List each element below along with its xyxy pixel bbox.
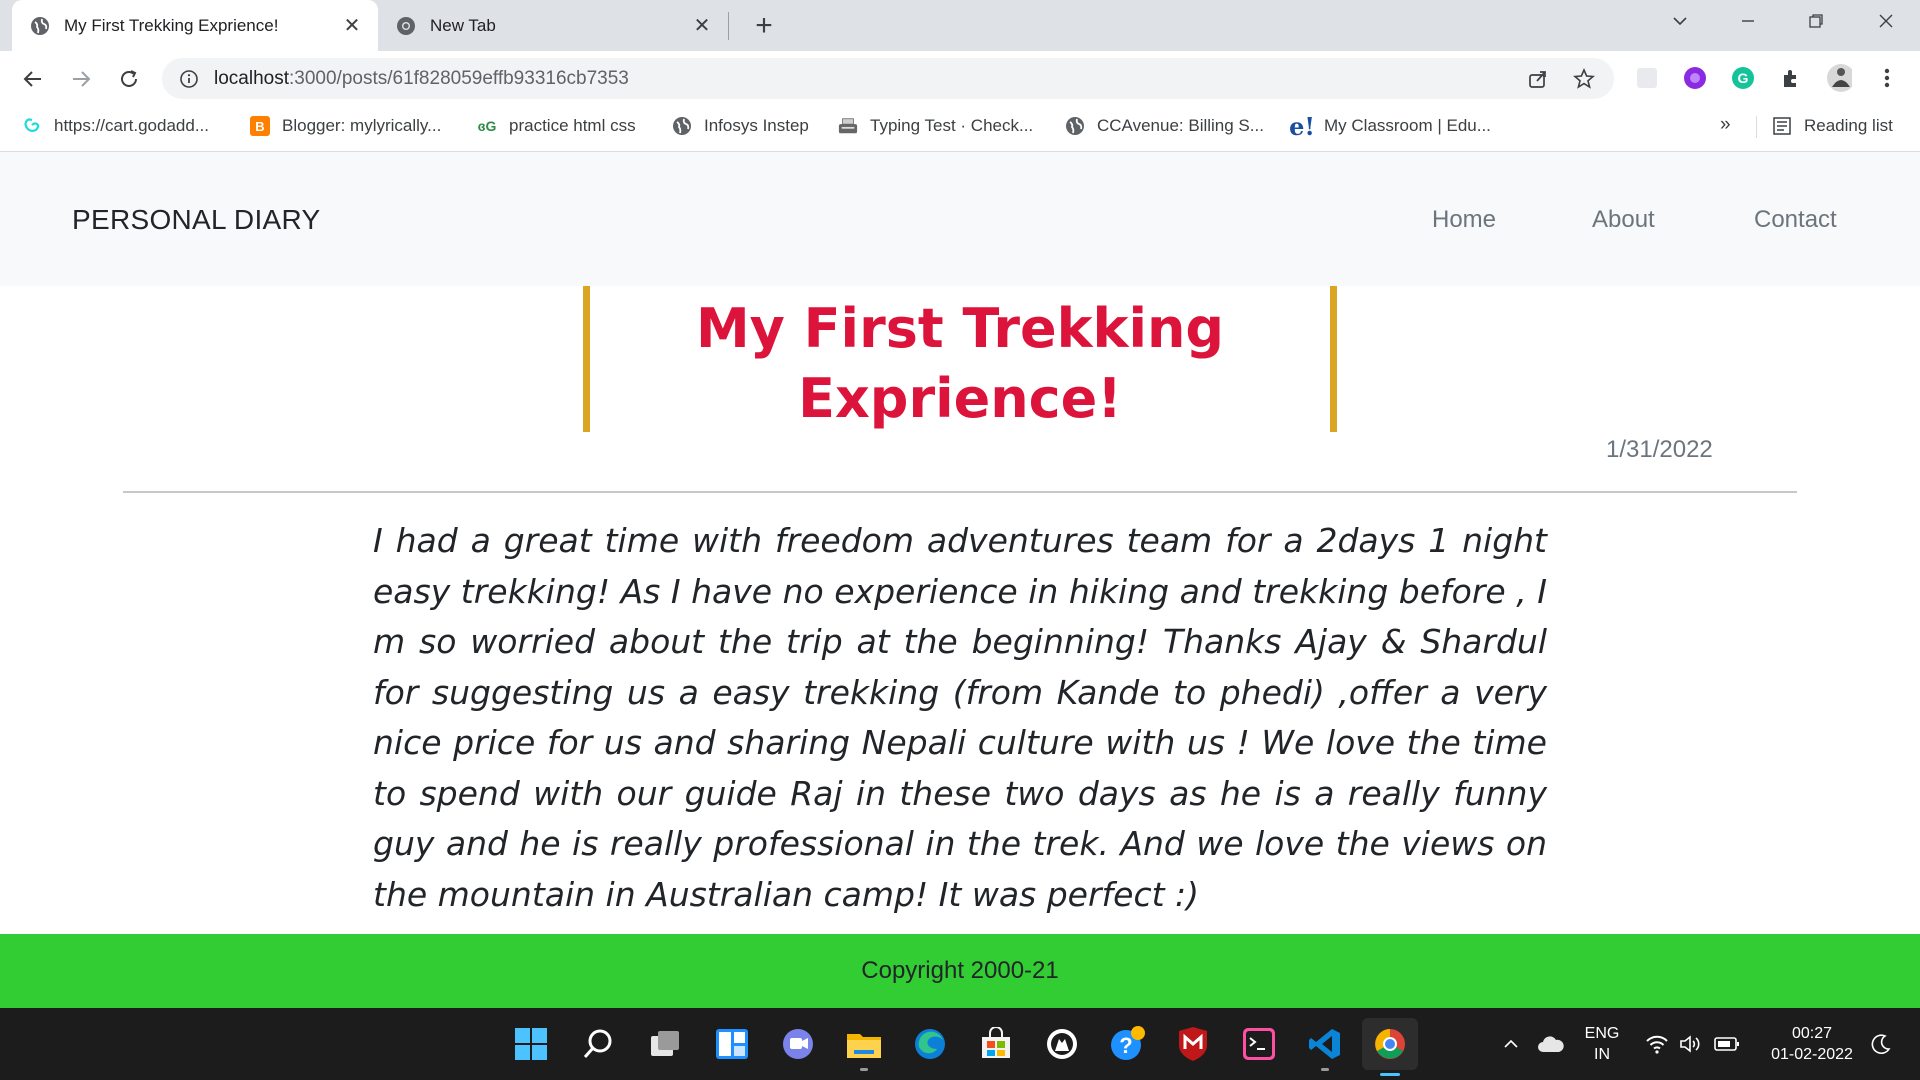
onedrive-cloud-icon[interactable] xyxy=(1533,1023,1569,1065)
tab-close-icon[interactable]: ✕ xyxy=(338,12,366,40)
task-view-icon[interactable] xyxy=(644,1023,686,1065)
vscode-icon[interactable] xyxy=(1304,1023,1346,1071)
bookmark-godaddy[interactable]: https://cart.godadd... xyxy=(22,106,209,146)
language-indicator[interactable]: ENG IN xyxy=(1580,1023,1624,1065)
site-brand[interactable]: PERSONAL DIARY xyxy=(72,204,321,236)
restore-button[interactable] xyxy=(1788,0,1844,42)
site-navbar: PERSONAL DIARY Home About Contact xyxy=(0,152,1920,286)
bookmark-infosys[interactable]: Infosys Instep xyxy=(672,106,809,146)
share-icon[interactable] xyxy=(1526,67,1550,91)
microsoft-store-icon[interactable] xyxy=(975,1023,1017,1065)
globe-icon xyxy=(1065,116,1085,136)
close-window-button[interactable] xyxy=(1858,0,1914,42)
typewriter-icon xyxy=(838,116,858,136)
edureka-icon: e! xyxy=(1289,111,1315,141)
extensions-puzzle-icon[interactable] xyxy=(1778,65,1804,91)
url-text: localhost:3000/posts/61f828059effb93316c… xyxy=(214,68,629,89)
extension-blank-icon[interactable] xyxy=(1634,65,1660,91)
globe-icon xyxy=(672,116,692,136)
post-date: 1/31/2022 xyxy=(1606,436,1713,463)
post-divider xyxy=(123,491,1797,493)
nav-link-home[interactable]: Home xyxy=(1432,206,1496,234)
geeksforgeeks-icon: ɞG xyxy=(477,118,497,134)
mcafee-icon[interactable] xyxy=(1172,1023,1214,1065)
minimize-button[interactable] xyxy=(1720,0,1776,42)
tab-title: My First Trekking Exprience! xyxy=(64,15,279,35)
address-bar[interactable]: localhost:3000/posts/61f828059effb93316c… xyxy=(162,58,1614,99)
browser-toolbar: localhost:3000/posts/61f828059effb93316c… xyxy=(0,51,1920,106)
tray-overflow-chevron-icon[interactable] xyxy=(1495,1023,1527,1065)
godaddy-icon xyxy=(22,116,42,136)
wifi-icon[interactable] xyxy=(1640,1023,1674,1065)
chrome-taskbar-icon[interactable] xyxy=(1362,1018,1418,1076)
volume-icon[interactable] xyxy=(1674,1023,1708,1065)
grammarly-icon[interactable]: G xyxy=(1730,65,1756,91)
widgets-icon[interactable] xyxy=(711,1023,753,1065)
terminal-icon[interactable] xyxy=(1238,1023,1280,1065)
nav-link-about[interactable]: About xyxy=(1592,206,1655,234)
file-explorer-icon[interactable] xyxy=(843,1023,885,1071)
new-tab-button[interactable]: + xyxy=(748,9,780,42)
search-icon[interactable] xyxy=(577,1023,619,1065)
edge-icon[interactable] xyxy=(909,1023,951,1065)
info-icon[interactable] xyxy=(179,69,199,89)
tab-search-icon[interactable] xyxy=(1652,0,1708,42)
svg-text:G: G xyxy=(1738,70,1749,86)
back-button[interactable] xyxy=(16,62,50,96)
github-desktop-icon[interactable] xyxy=(1041,1023,1083,1065)
reading-list-button[interactable]: Reading list xyxy=(1772,106,1893,146)
post-title-box: My First Trekking Exprience! xyxy=(583,286,1337,432)
bookmark-star-icon[interactable] xyxy=(1572,67,1596,91)
browser-tab-strip: My First Trekking Exprience! ✕ New Tab ✕… xyxy=(0,0,1920,51)
bookmark-practice-html-css[interactable]: ɞG practice html css xyxy=(477,106,636,146)
tab-separator xyxy=(728,12,729,40)
bookmarks-overflow-button[interactable]: » xyxy=(1720,114,1731,136)
post-title: My First Trekking Exprience! xyxy=(695,297,1225,430)
tab-new-tab[interactable]: New Tab ✕ xyxy=(378,0,728,51)
battery-icon[interactable] xyxy=(1710,1023,1744,1065)
post-body: I had a great time with freedom adventur… xyxy=(373,521,1547,914)
reading-list-icon xyxy=(1772,116,1792,136)
get-help-icon[interactable]: ? xyxy=(1107,1023,1149,1065)
globe-icon xyxy=(30,16,50,36)
copyright-text: Copyright 2000-21 xyxy=(861,957,1059,984)
bookmark-blogger[interactable]: B Blogger: mylyrically... xyxy=(250,106,441,146)
tab-active[interactable]: My First Trekking Exprience! ✕ xyxy=(12,0,378,51)
chrome-icon xyxy=(396,16,416,36)
tab-title: New Tab xyxy=(430,15,496,35)
extension-purple-icon[interactable] xyxy=(1682,65,1708,91)
focus-moon-icon[interactable] xyxy=(1864,1023,1898,1065)
bookmark-ccavenue[interactable]: CCAvenue: Billing S... xyxy=(1065,106,1264,146)
svg-text:?: ? xyxy=(1119,1033,1132,1058)
blogger-icon: B xyxy=(250,116,270,136)
site-footer: Copyright 2000-21 xyxy=(0,934,1920,1008)
clock[interactable]: 00:27 01-02-2022 xyxy=(1760,1023,1864,1065)
windows-taskbar: ? ENG IN 00:27 01-02-2022 xyxy=(0,1008,1920,1080)
teams-chat-icon[interactable] xyxy=(777,1023,819,1065)
forward-button[interactable] xyxy=(64,62,98,96)
bookmarks-bar: https://cart.godadd... B Blogger: mylyri… xyxy=(0,106,1920,152)
more-menu-icon[interactable] xyxy=(1874,65,1900,91)
bookmarks-separator xyxy=(1756,116,1757,138)
reload-button[interactable] xyxy=(112,62,146,96)
nav-link-contact[interactable]: Contact xyxy=(1754,206,1837,234)
bookmark-my-classroom[interactable]: e! My Classroom | Edu... xyxy=(1289,106,1491,146)
start-icon[interactable] xyxy=(510,1023,552,1065)
tab-close-icon[interactable]: ✕ xyxy=(688,12,716,40)
bookmark-typing-test[interactable]: Typing Test · Check... xyxy=(838,106,1033,146)
profile-avatar[interactable] xyxy=(1826,64,1852,92)
